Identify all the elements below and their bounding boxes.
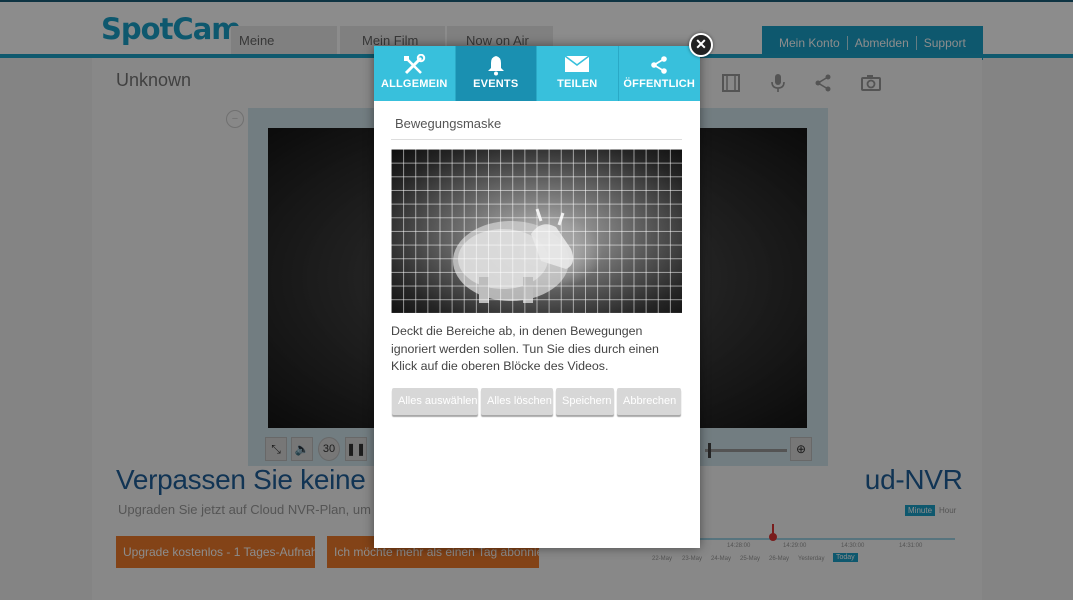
tab-oeffentlich[interactable]: ÖFFENTLICH	[618, 46, 701, 101]
motion-mask-instructions: Deckt die Bereiche ab, in denen Bewegung…	[391, 324, 659, 373]
clear-all-button[interactable]: Alles löschen	[481, 388, 553, 415]
motion-mask-preview[interactable]	[391, 149, 682, 313]
tab-teilen-label: TEILEN	[557, 78, 598, 90]
motion-mask-title: Bewegungsmaske	[395, 116, 502, 131]
tools-icon	[374, 46, 455, 78]
motion-mask-grid[interactable]	[391, 149, 682, 313]
modal-tab-bar: ALLGEMEIN EVENTS TEILEN ÖFFENTLICH	[374, 46, 700, 101]
tab-events[interactable]: EVENTS	[455, 46, 537, 101]
cancel-button[interactable]: Abbrechen	[617, 388, 681, 415]
save-button[interactable]: Speichern	[556, 388, 614, 415]
section-divider	[391, 139, 682, 140]
share-icon	[619, 46, 701, 78]
tab-teilen[interactable]: TEILEN	[537, 46, 619, 101]
tab-allgemein-label: ALLGEMEIN	[380, 78, 448, 90]
settings-modal: ALLGEMEIN EVENTS TEILEN ÖFFENTLICH Beweg…	[374, 46, 700, 548]
tab-oeffentlich-label: ÖFFENTLICH	[623, 78, 696, 90]
motion-mask-actions: Alles auswählen Alles löschen Speichern …	[392, 388, 681, 415]
bell-icon	[456, 46, 537, 78]
close-icon[interactable]: ✕	[689, 33, 713, 57]
envelope-icon	[537, 46, 618, 78]
tab-events-label: EVENTS	[473, 78, 519, 90]
tab-allgemein[interactable]: ALLGEMEIN	[374, 46, 456, 101]
select-all-button[interactable]: Alles auswählen	[392, 388, 478, 415]
